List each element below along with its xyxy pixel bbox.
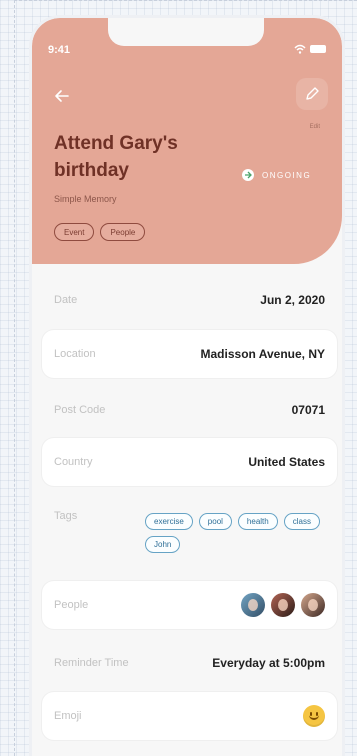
emoji-row[interactable]: Emoji bbox=[42, 692, 337, 740]
edit-button[interactable] bbox=[296, 78, 328, 110]
status-dot-icon bbox=[242, 169, 254, 181]
tag-list: exercise pool health class John bbox=[145, 513, 335, 553]
smiley-face-icon[interactable] bbox=[303, 705, 325, 727]
memory-header: 9:41 Edit Attend Gary's birthday Simple … bbox=[32, 18, 342, 264]
tag-pool[interactable]: pool bbox=[198, 513, 232, 530]
avatar[interactable] bbox=[271, 593, 295, 617]
location-value: Madisson Avenue, NY bbox=[200, 347, 325, 361]
status-time: 9:41 bbox=[48, 44, 71, 56]
avatar[interactable] bbox=[301, 593, 325, 617]
chip-people[interactable]: People bbox=[100, 223, 146, 241]
country-label: Country bbox=[54, 456, 93, 468]
status-indicator: ONGOING bbox=[242, 169, 311, 181]
tags-label: Tags bbox=[54, 510, 78, 522]
tag-exercise[interactable]: exercise bbox=[145, 513, 193, 530]
category-chips: Event People bbox=[54, 223, 146, 241]
avatar[interactable] bbox=[241, 593, 265, 617]
post-code-label: Post Code bbox=[54, 404, 106, 416]
people-avatars bbox=[241, 593, 325, 617]
people-row[interactable]: People bbox=[42, 581, 337, 629]
status-icons bbox=[294, 44, 326, 54]
arrow-left-icon bbox=[55, 90, 69, 102]
country-row[interactable]: Country United States bbox=[42, 438, 337, 486]
memory-detail-screen: 9:41 Edit Attend Gary's birthday Simple … bbox=[32, 18, 342, 756]
reminder-row: Reminder Time Everyday at 5:00pm bbox=[42, 639, 337, 687]
post-code-row: Post Code 07071 bbox=[42, 386, 337, 434]
device-notch bbox=[108, 18, 264, 46]
memory-title: Attend Gary's birthday bbox=[54, 133, 178, 181]
date-row: Date Jun 2, 2020 bbox=[42, 276, 337, 324]
memory-subtitle: Simple Memory bbox=[54, 194, 117, 204]
tag-class[interactable]: class bbox=[283, 513, 320, 530]
tag-john[interactable]: John bbox=[145, 536, 181, 553]
chip-event[interactable]: Event bbox=[54, 223, 95, 241]
post-code-value: 07071 bbox=[291, 403, 325, 417]
tag-health[interactable]: health bbox=[237, 513, 278, 530]
reminder-label: Reminder Time bbox=[54, 657, 129, 669]
battery-icon bbox=[310, 45, 326, 53]
date-label: Date bbox=[54, 294, 78, 306]
back-button[interactable] bbox=[52, 86, 72, 106]
edit-label: Edit bbox=[309, 124, 320, 130]
pencil-icon bbox=[306, 87, 319, 100]
arrow-right-icon bbox=[245, 171, 252, 179]
emoji-label: Emoji bbox=[54, 710, 82, 722]
date-value: Jun 2, 2020 bbox=[260, 293, 325, 307]
people-label: People bbox=[54, 599, 89, 611]
status-text: ONGOING bbox=[262, 170, 312, 180]
reminder-value: Everyday at 5:00pm bbox=[212, 656, 325, 670]
wifi-icon bbox=[294, 44, 306, 54]
country-value: United States bbox=[248, 455, 325, 469]
location-row[interactable]: Location Madisson Avenue, NY bbox=[42, 330, 337, 378]
location-label: Location bbox=[54, 348, 96, 360]
